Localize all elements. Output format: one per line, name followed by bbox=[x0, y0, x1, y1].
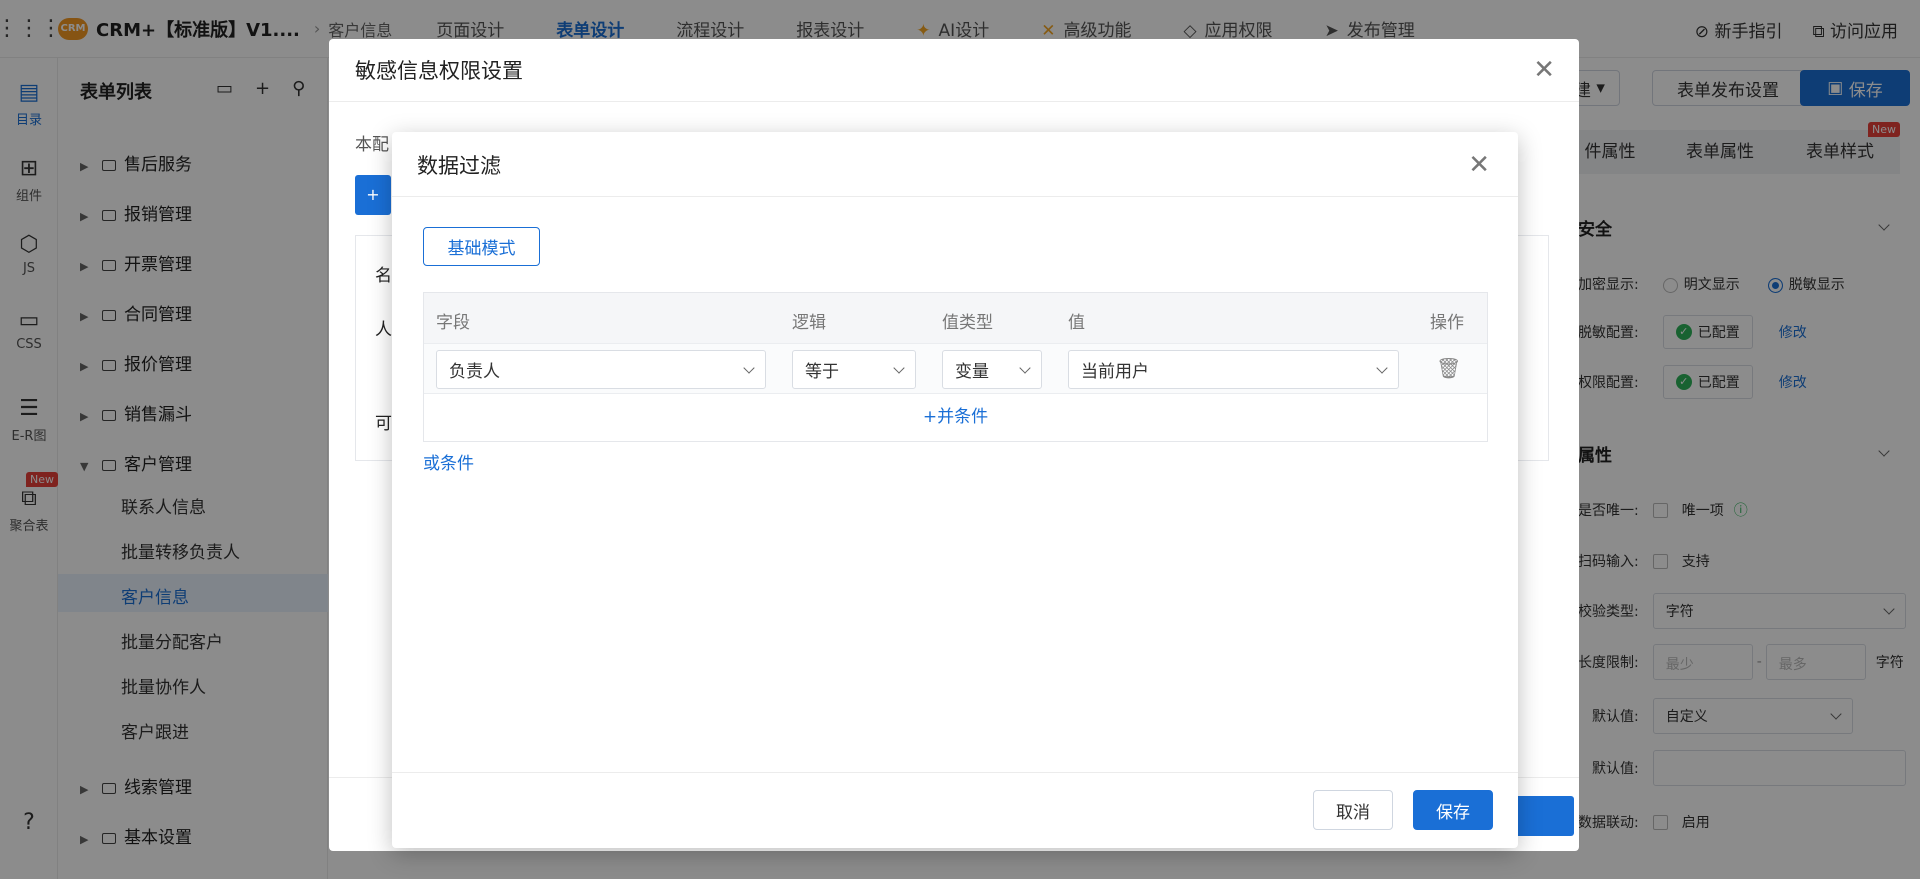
add-or-condition[interactable]: 或条件 bbox=[423, 449, 474, 474]
close-icon[interactable]: ✕ bbox=[1468, 152, 1490, 178]
cancel-button[interactable]: 取消 bbox=[1313, 790, 1393, 830]
data-filter-dialog: 数据过滤 ✕ 基础模式 字段 逻辑 值类型 值 操作 负责人 等于 变量 当前用… bbox=[392, 132, 1518, 848]
add-button[interactable]: + bbox=[355, 175, 391, 215]
dialog-title: 数据过滤 bbox=[417, 154, 501, 178]
filter-table: 字段 逻辑 值类型 值 操作 负责人 等于 变量 当前用户 🗑 +并条件 bbox=[423, 292, 1488, 442]
add-and-condition[interactable]: +并条件 bbox=[424, 393, 1487, 441]
dialog-title: 敏感信息权限设置 bbox=[355, 59, 523, 83]
table-header: 字段 逻辑 值类型 值 操作 bbox=[424, 293, 1487, 343]
logic-select[interactable]: 等于 bbox=[792, 350, 916, 389]
table-row: 负责人 等于 变量 当前用户 🗑 bbox=[424, 343, 1487, 393]
value-select[interactable]: 当前用户 bbox=[1068, 350, 1399, 389]
trash-icon[interactable]: 🗑 bbox=[1436, 356, 1461, 380]
value-type-select[interactable]: 变量 bbox=[942, 350, 1042, 389]
save-button[interactable]: 保存 bbox=[1413, 790, 1493, 830]
basic-mode-button[interactable]: 基础模式 bbox=[423, 227, 540, 266]
close-icon[interactable]: ✕ bbox=[1533, 57, 1555, 83]
field-select[interactable]: 负责人 bbox=[436, 350, 766, 389]
